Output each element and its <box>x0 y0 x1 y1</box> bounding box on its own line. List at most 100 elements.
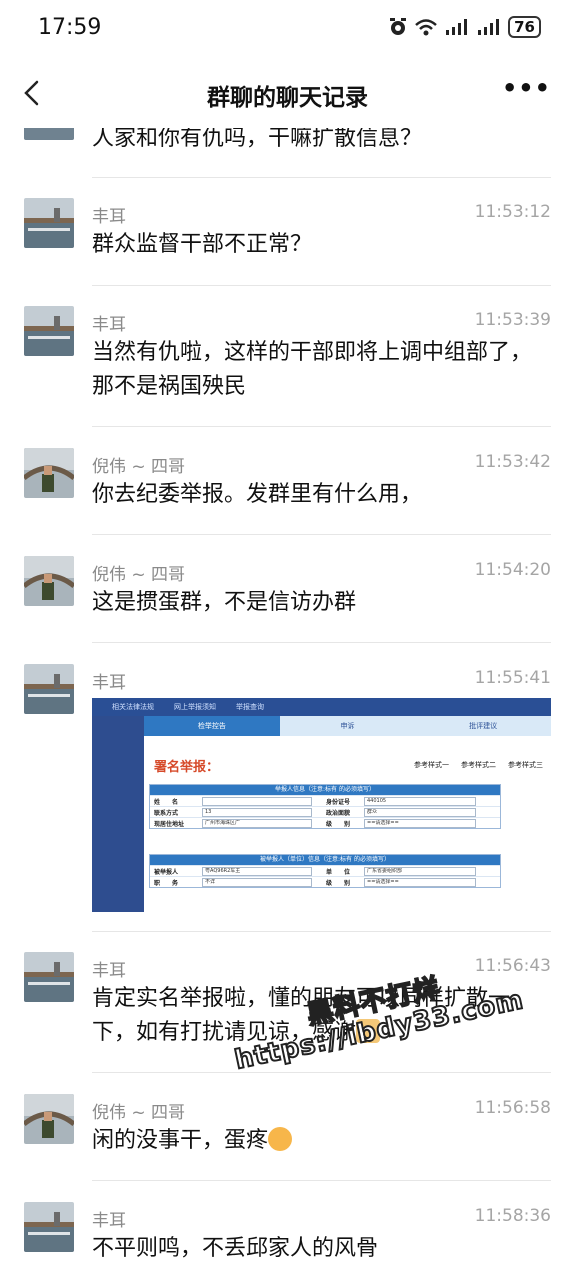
form-label: 政治面貌 <box>326 809 351 817</box>
avatar[interactable] <box>24 198 74 248</box>
battery-indicator: 76 <box>508 16 541 38</box>
message-text-body: 闲的没事干，蛋疼 <box>92 1128 269 1153</box>
list-item: 倪伟 ~ 四哥 11:56:58 闲的没事干，蛋疼 <box>0 1094 575 1184</box>
form-value: 群众 <box>364 807 476 817</box>
avatar[interactable] <box>24 556 74 606</box>
message-time: 11:58:36 <box>474 1206 551 1226</box>
form-value: ==请选择== <box>364 877 476 887</box>
form-value: 不详 <box>202 877 312 887</box>
message-text: 你去纪委举报。发群里有什么用， <box>92 482 423 507</box>
accused-table: 被举报人（单位）信息（注意:标有 的必须填写） 被举报人 粤AQ96R2车主 单… <box>149 854 501 888</box>
list-item: 丰耳 11:58:36 不平则鸣，不丢邱家人的风骨 <box>0 1202 575 1280</box>
list-item: 倪伟 ~ 四哥 11:54:20 这是掼蛋群，不是信访办群 <box>0 556 575 646</box>
sender-name: 丰耳 <box>92 207 126 227</box>
sender-name: 倪伟 ~ 四哥 <box>92 457 186 477</box>
avatar[interactable] <box>24 952 74 1002</box>
sender-name: 丰耳 <box>92 673 126 693</box>
form-samples: 参考样式一 参考样式二 参考样式三 <box>414 760 543 770</box>
divider <box>92 931 551 932</box>
form-tab: 批评建议 <box>469 722 498 730</box>
form-label: 级 别 <box>326 879 351 887</box>
signal-icon <box>446 19 468 35</box>
form-value <box>202 796 312 806</box>
form-sample: 参考样式三 <box>508 761 543 769</box>
divider <box>92 426 551 427</box>
message-text: 闲的没事干，蛋疼 <box>92 1124 553 1158</box>
message-time: 11:53:12 <box>474 202 551 222</box>
divider <box>92 285 551 286</box>
avatar[interactable] <box>24 306 74 356</box>
form-label: 现居住地址 <box>154 820 185 828</box>
list-item: 丰耳 11:53:12 群众监督干部不正常？ <box>0 198 575 288</box>
form-sample: 参考样式一 <box>414 761 449 769</box>
form-label: 联系方式 <box>154 809 179 817</box>
message-time: 11:56:58 <box>474 1098 551 1118</box>
form-value: 广东省委组织部 <box>364 866 476 876</box>
avatar[interactable] <box>24 664 74 714</box>
status-time: 17:59 <box>38 15 102 40</box>
divider <box>92 642 551 643</box>
list-item: 丰耳 11:53:39 当然有仇啦，这样的干部即将上调中组部了，那不是祸国殃民 <box>0 306 575 426</box>
status-bar: 17:59 76 <box>0 0 575 60</box>
form-row: 姓 名 身份证号 440105 <box>150 795 500 806</box>
chat-history-list[interactable]: 人家和你有仇吗，干嘛扩散信息？ 丰耳 11:53:12 群众监督干部不正常？ 丰… <box>0 128 575 1280</box>
message-text: 人家和你有仇吗，干嘛扩散信息？ <box>92 128 423 151</box>
reporter-table: 举报人信息（注意:标有 的必须填写） 姓 名 身份证号 440105 联系方式 … <box>149 784 501 829</box>
message-text: 群众监督干部不正常？ <box>92 232 313 257</box>
avatar[interactable] <box>24 448 74 498</box>
form-value: ==请选择== <box>364 818 476 828</box>
form-label: 单 位 <box>326 868 351 876</box>
accused-header: 被举报人（单位）信息（注意:标有 的必须填写） <box>150 855 500 865</box>
form-nav-item: 举报查询 <box>236 703 264 711</box>
avatar[interactable] <box>24 1094 74 1144</box>
form-label: 级 别 <box>326 820 351 828</box>
form-label: 被举报人 <box>154 868 179 876</box>
message-time: 11:56:43 <box>474 956 551 976</box>
avatar[interactable] <box>24 128 74 140</box>
form-title: 署名举报： <box>154 760 220 775</box>
list-item: 丰耳 11:55:41 相关法律法规 网上举报须知 举报查询 检举控告 申诉 批… <box>0 664 575 924</box>
divider <box>92 534 551 535</box>
form-row: 职 务 不详 级 别 ==请选择== <box>150 876 500 887</box>
form-value: 13 <box>202 807 312 817</box>
message-time: 11:53:39 <box>474 310 551 330</box>
list-item: 人家和你有仇吗，干嘛扩散信息？ <box>0 128 575 176</box>
wifi-icon <box>415 19 437 36</box>
message-time: 11:55:41 <box>474 668 551 688</box>
form-row: 现居住地址 广州市海珠区广 级 别 ==请选择== <box>150 817 500 828</box>
message-text-body: 肯定实名举报啦，懂的朋友可以同样扩散一下，如有打扰请见谅，感谢 <box>92 986 511 1045</box>
form-panel: 署名举报： 参考样式一 参考样式二 参考样式三 举报人信息（注意:标有 的必须填… <box>144 736 551 912</box>
angry-face-emoji-icon <box>268 1127 293 1151</box>
message-text: 肯定实名举报啦，懂的朋友可以同样扩散一下，如有打扰请见谅，感谢 <box>92 982 553 1050</box>
avatar[interactable] <box>24 1202 74 1252</box>
form-sample: 参考样式二 <box>461 761 496 769</box>
sender-name: 丰耳 <box>92 961 126 981</box>
message-image[interactable]: 相关法律法规 网上举报须知 举报查询 检举控告 申诉 批评建议 署名举报： 参考… <box>92 698 551 912</box>
chat-header: 群聊的聊天记录 ••• <box>0 60 575 128</box>
signal-icon <box>478 19 500 35</box>
form-tabs: 检举控告 申诉 批评建议 <box>144 716 551 736</box>
pray-emoji-icon <box>356 1019 381 1043</box>
divider <box>92 1180 551 1181</box>
reporter-header: 举报人信息（注意:标有 的必须填写） <box>150 785 500 795</box>
form-tab: 申诉 <box>340 722 355 730</box>
more-button[interactable]: ••• <box>502 74 551 102</box>
form-row: 联系方式 13 政治面貌 群众 <box>150 806 500 817</box>
message-text: 当然有仇啦，这样的干部即将上调中组部了，那不是祸国殃民 <box>92 340 533 399</box>
message-text: 不平则鸣，不丢邱家人的风骨 <box>92 1236 379 1261</box>
form-nav-item: 相关法律法规 <box>112 703 154 711</box>
form-top-nav: 相关法律法规 网上举报须知 举报查询 <box>92 698 551 716</box>
message-time: 11:53:42 <box>474 452 551 472</box>
message-text: 这是掼蛋群，不是信访办群 <box>92 590 357 615</box>
form-value: 粤AQ96R2车主 <box>202 866 312 876</box>
list-item: 丰耳 11:56:43 肯定实名举报啦，懂的朋友可以同样扩散一下，如有打扰请见谅… <box>0 952 575 1072</box>
page-title: 群聊的聊天记录 <box>207 85 368 111</box>
form-value: 440105 <box>364 796 476 806</box>
form-label: 姓 名 <box>154 798 179 806</box>
form-label: 职 务 <box>154 879 179 887</box>
status-icons: 76 <box>388 16 541 38</box>
form-nav-item: 网上举报须知 <box>174 703 216 711</box>
sender-name: 丰耳 <box>92 1211 126 1231</box>
message-time: 11:54:20 <box>474 560 551 580</box>
sender-name: 丰耳 <box>92 315 126 335</box>
